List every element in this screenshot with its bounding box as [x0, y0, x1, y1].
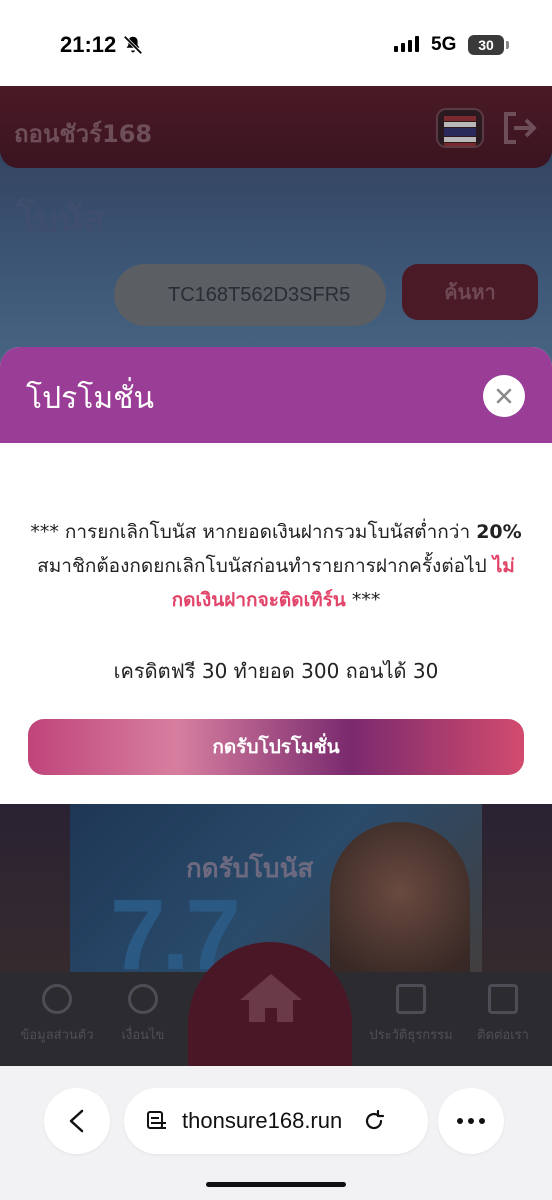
nav-item-profile[interactable]: ข้อมูลส่วนตัว [12, 984, 102, 1045]
bell-off-icon [123, 35, 143, 55]
signal-icon [394, 36, 419, 52]
address-bar[interactable]: thonsure168.run [124, 1088, 428, 1154]
user-icon [42, 984, 72, 1014]
modal-title: โปรโมชั่น [26, 381, 155, 416]
status-bar: 21:12 5G 30 [0, 0, 552, 86]
language-flag-button[interactable] [436, 108, 484, 148]
help-icon [128, 984, 158, 1014]
battery-tip [506, 41, 509, 49]
list-icon [396, 984, 426, 1014]
browser-toolbar: thonsure168.run [0, 1066, 552, 1200]
logout-icon[interactable] [500, 110, 540, 146]
nav-item-terms[interactable]: เงื่อนไข [98, 984, 188, 1045]
site-logo[interactable]: ถอนชัวร์168 [14, 114, 152, 153]
nav-label: เงื่อนไข [121, 1028, 165, 1043]
close-button[interactable] [483, 375, 525, 417]
cancel-bonus-notice: *** การยกเลิกโบนัส หากยอดเงินฝากรวมโบนัส… [30, 515, 522, 617]
claim-promotion-button[interactable]: กดรับโปรโมชั่น [28, 719, 524, 775]
promo-code-input[interactable]: TC168T562D3SFR5 [114, 264, 386, 326]
battery-icon: 30 [468, 35, 504, 55]
site-header: ถอนชัวร์168 [0, 86, 552, 168]
page-menu-icon[interactable] [146, 1110, 168, 1132]
close-icon [496, 388, 512, 404]
url-text: thonsure168.run [182, 1108, 343, 1133]
reload-icon[interactable] [362, 1109, 386, 1133]
home-indicator [206, 1182, 346, 1187]
search-button[interactable]: ค้นหา [402, 264, 538, 320]
nav-label: ติดต่อเรา [477, 1028, 529, 1043]
status-time: 21:12 [60, 32, 117, 57]
notice-percent: 20% [476, 521, 522, 543]
network-type: 5G [431, 34, 457, 55]
nav-label: ข้อมูลส่วนตัว [20, 1028, 94, 1043]
nav-item-history[interactable]: ประวัติธุรกรรม [366, 984, 456, 1045]
modal-body: *** การยกเลิกโบนัส หากยอดเงินฝากรวมโบนัส… [0, 515, 552, 687]
line-chat-icon [488, 984, 518, 1014]
notice-prefix: *** การยกเลิกโบนัส หากยอดเงินฝากรวมโบนัส… [30, 521, 471, 543]
notice-suffix: *** [351, 589, 381, 611]
more-dots-icon [457, 1118, 485, 1124]
promotion-modal: โปรโมชั่น *** การยกเลิกโบนัส หากยอดเงินฝ… [0, 347, 552, 804]
more-button[interactable] [438, 1088, 504, 1154]
bottom-nav: ข้อมูลส่วนตัว เงื่อนไข ประวัติธุรกรรม ติ… [0, 942, 552, 1072]
page-title: โบนัส [16, 199, 105, 240]
notice-middle: สมาชิกต้องกดยกเลิกโบนัสก่อนทำรายการฝากคร… [37, 555, 487, 577]
nav-item-contact[interactable]: ติดต่อเรา [458, 984, 548, 1045]
modal-header: โปรโมชั่น [0, 347, 552, 443]
home-icon [240, 974, 302, 1022]
back-button[interactable] [44, 1088, 110, 1154]
back-arrow-icon [69, 1109, 84, 1133]
nav-label: ประวัติธุรกรรม [369, 1028, 453, 1043]
credit-terms: เครดิตฟรี 30 ทำยอด 300 ถอนได้ 30 [113, 659, 439, 683]
